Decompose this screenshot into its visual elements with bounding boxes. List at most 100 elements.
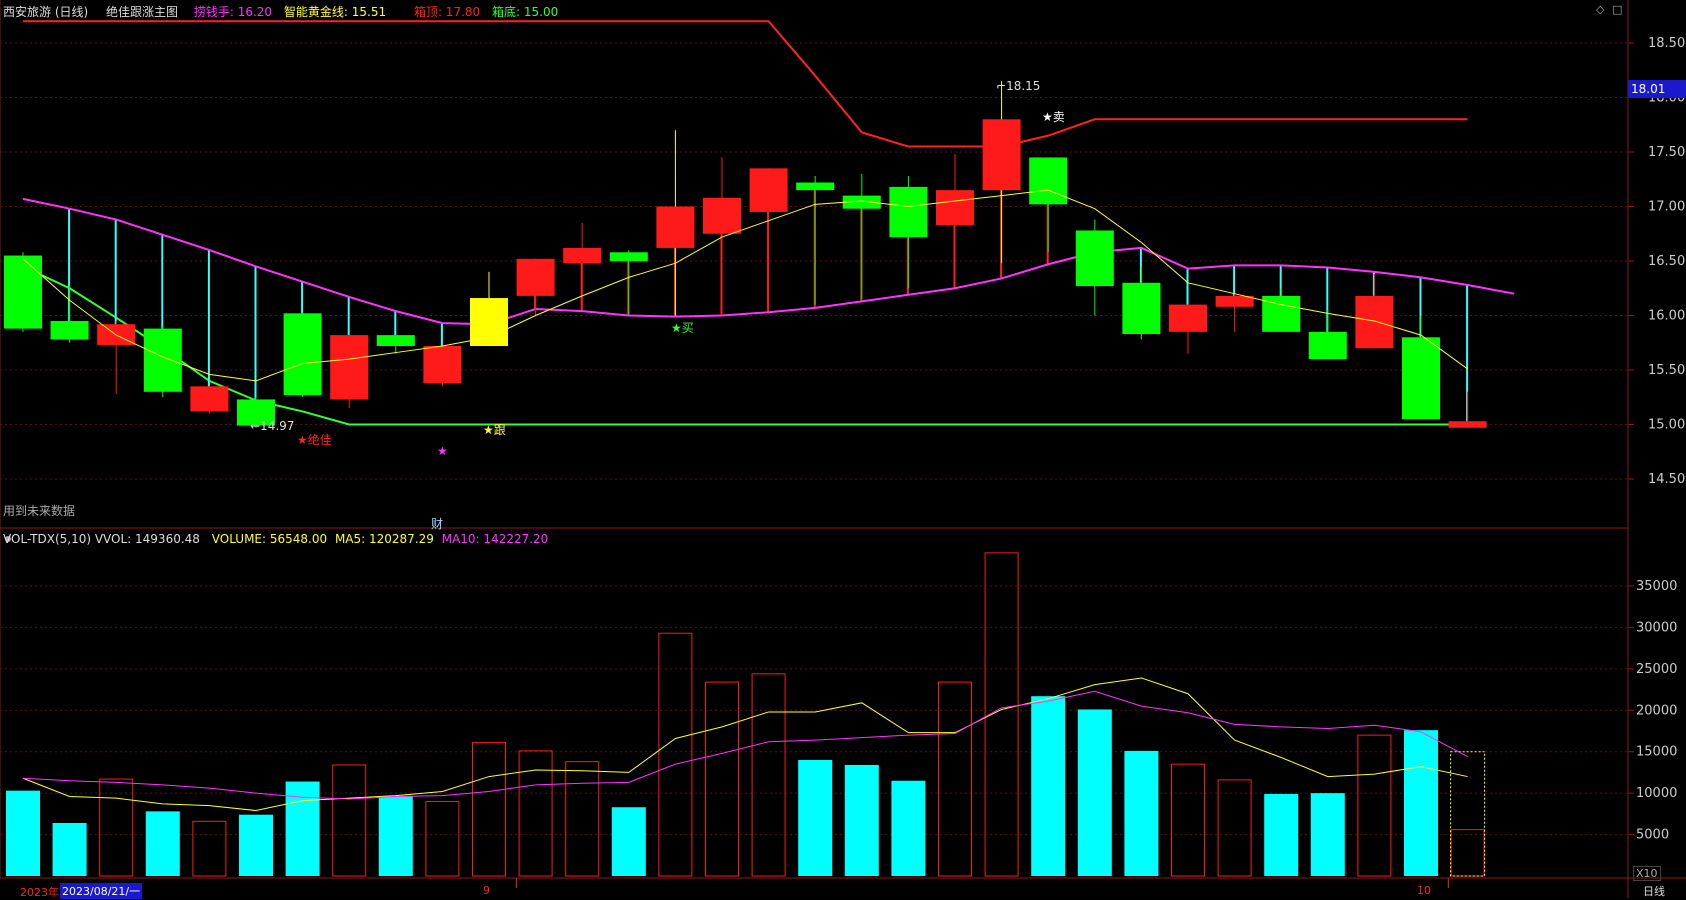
ma10-value: MA10: 142227.20 <box>441 532 549 546</box>
candle-body <box>1448 421 1487 428</box>
volume-bar <box>192 820 227 877</box>
candle-body <box>1169 304 1207 332</box>
candle-body <box>190 386 229 412</box>
gold-line <box>22 189 1468 382</box>
candle-body <box>283 313 322 396</box>
candle-body <box>4 255 42 329</box>
volume-bar <box>472 742 506 877</box>
volume-tick-label: 35000 <box>1636 579 1677 594</box>
juejia-signal: ★绝佳 <box>297 433 332 447</box>
volume-indicator-name[interactable]: VOL-TDX(5,10) VVOL: 149360.48 <box>3 532 200 546</box>
current-price-tag: 18.01 <box>1628 80 1686 98</box>
candle-body <box>470 298 508 347</box>
volume-bar <box>145 811 180 876</box>
candle-body <box>1075 230 1114 287</box>
candle-body <box>703 197 741 234</box>
volume-bar <box>1310 793 1345 876</box>
volume-bar <box>938 681 972 877</box>
volume-bar <box>378 796 413 876</box>
candle-body <box>1355 295 1394 349</box>
volume-tick-label: 30000 <box>1636 620 1677 635</box>
volume-bar <box>1077 709 1112 876</box>
price-tick-label: 17.00 <box>1648 200 1685 215</box>
volume-tick-label: 25000 <box>1636 662 1677 677</box>
volume-tick-label: 20000 <box>1636 703 1677 718</box>
indicator-name[interactable]: 绝佳跟涨主图 <box>106 5 178 19</box>
volume-bar <box>285 781 320 876</box>
volume-bar <box>705 681 739 877</box>
candle-body <box>889 186 928 238</box>
low-price-label: ←14.97 <box>250 419 295 433</box>
candle-body <box>516 258 555 296</box>
volume-tick-label: 15000 <box>1636 745 1677 760</box>
candle-body <box>423 346 462 384</box>
field-gold-line: 智能黄金线: 15.51 <box>283 5 387 19</box>
volume-header: VOL-TDX(5,10) VVOL: 149360.48 VOLUME: 56… <box>3 532 548 546</box>
star-marker: ★ <box>437 444 448 458</box>
volume-projection <box>1450 751 1486 877</box>
square-icon[interactable]: □ <box>1612 3 1622 16</box>
candle-body <box>656 206 695 248</box>
price-tick-label: 16.00 <box>1648 309 1685 324</box>
volume-bar <box>658 632 693 877</box>
volume-bar <box>1450 829 1485 877</box>
candle-body <box>50 320 89 340</box>
price-tick-label: 16.50 <box>1648 254 1685 269</box>
volume-value: VOLUME: 56548.00 <box>211 532 328 546</box>
diamond-icon[interactable]: ◇ <box>1596 3 1604 16</box>
volume-bar <box>52 822 87 876</box>
field-box-top: 箱顶: 17.80 <box>413 5 481 19</box>
volume-bar <box>332 764 367 877</box>
date-cursor: 2023/08/21/一 <box>60 883 143 899</box>
field-laoqian: 捞钱手: 16.20 <box>193 5 273 19</box>
volume-bar <box>844 764 879 876</box>
candle-body <box>982 119 1021 191</box>
period-label[interactable]: 日线 <box>1643 883 1665 899</box>
volume-bar <box>1031 696 1066 876</box>
zoom-x10-button[interactable]: X10 <box>1633 866 1661 881</box>
future-data-note: 用到未来数据 <box>3 504 76 518</box>
finance-marker[interactable]: 财 <box>431 515 443 532</box>
candle-body <box>796 182 835 191</box>
ma5-value: MA5: 120287.29 <box>334 532 434 546</box>
price-tick-label: 18.50 <box>1648 36 1685 51</box>
volume-bar <box>798 760 833 876</box>
volume-bar <box>1357 734 1392 877</box>
candle-body <box>936 190 974 226</box>
volume-tick-label: 10000 <box>1636 786 1677 801</box>
volume-bar <box>6 790 40 876</box>
volume-bar <box>1264 793 1299 876</box>
high-price-label: ⌐18.15 <box>996 79 1041 93</box>
candle-body <box>1122 282 1161 335</box>
volume-bar <box>425 800 460 877</box>
field-box-bottom: 箱底: 15.00 <box>492 5 559 19</box>
month-sep-label: 9 <box>483 884 490 897</box>
candle-body <box>1402 337 1440 420</box>
price-tick-label: 14.50 <box>1648 472 1685 487</box>
volume-bar <box>891 780 926 876</box>
candle-body <box>749 168 788 212</box>
volume-bar <box>239 814 273 876</box>
candle-body <box>1029 157 1068 205</box>
month-oct-label: 10 <box>1417 884 1431 897</box>
price-tick-label: 15.00 <box>1648 418 1685 433</box>
buy-signal: ★买 <box>671 321 694 335</box>
candle-body <box>376 335 415 347</box>
candle-body <box>563 247 602 264</box>
stock-name[interactable]: 西安旅游 (日线) <box>3 5 88 19</box>
price-tick-label: 15.50 <box>1648 363 1685 378</box>
price-tick-label: 17.50 <box>1648 145 1685 160</box>
candle-body <box>330 335 369 400</box>
volume-tick-label: 5000 <box>1636 828 1669 843</box>
candle-body <box>609 252 648 261</box>
box-top-line <box>23 20 1468 148</box>
volume-bar <box>611 807 646 876</box>
volume-bar <box>1217 779 1252 877</box>
candle-body <box>1215 295 1254 307</box>
header-bar: 西安旅游 (日线) 绝佳跟涨主图 捞钱手: 16.20 智能黄金线: 15.51… <box>3 3 558 20</box>
volume-bar <box>751 673 786 877</box>
price-chart[interactable]: 18.5018.0017.5017.0016.5016.0015.5015.00… <box>0 0 1686 898</box>
volume-bar <box>1171 763 1205 877</box>
volume-bar <box>1124 750 1159 876</box>
volume-bar <box>565 761 600 877</box>
